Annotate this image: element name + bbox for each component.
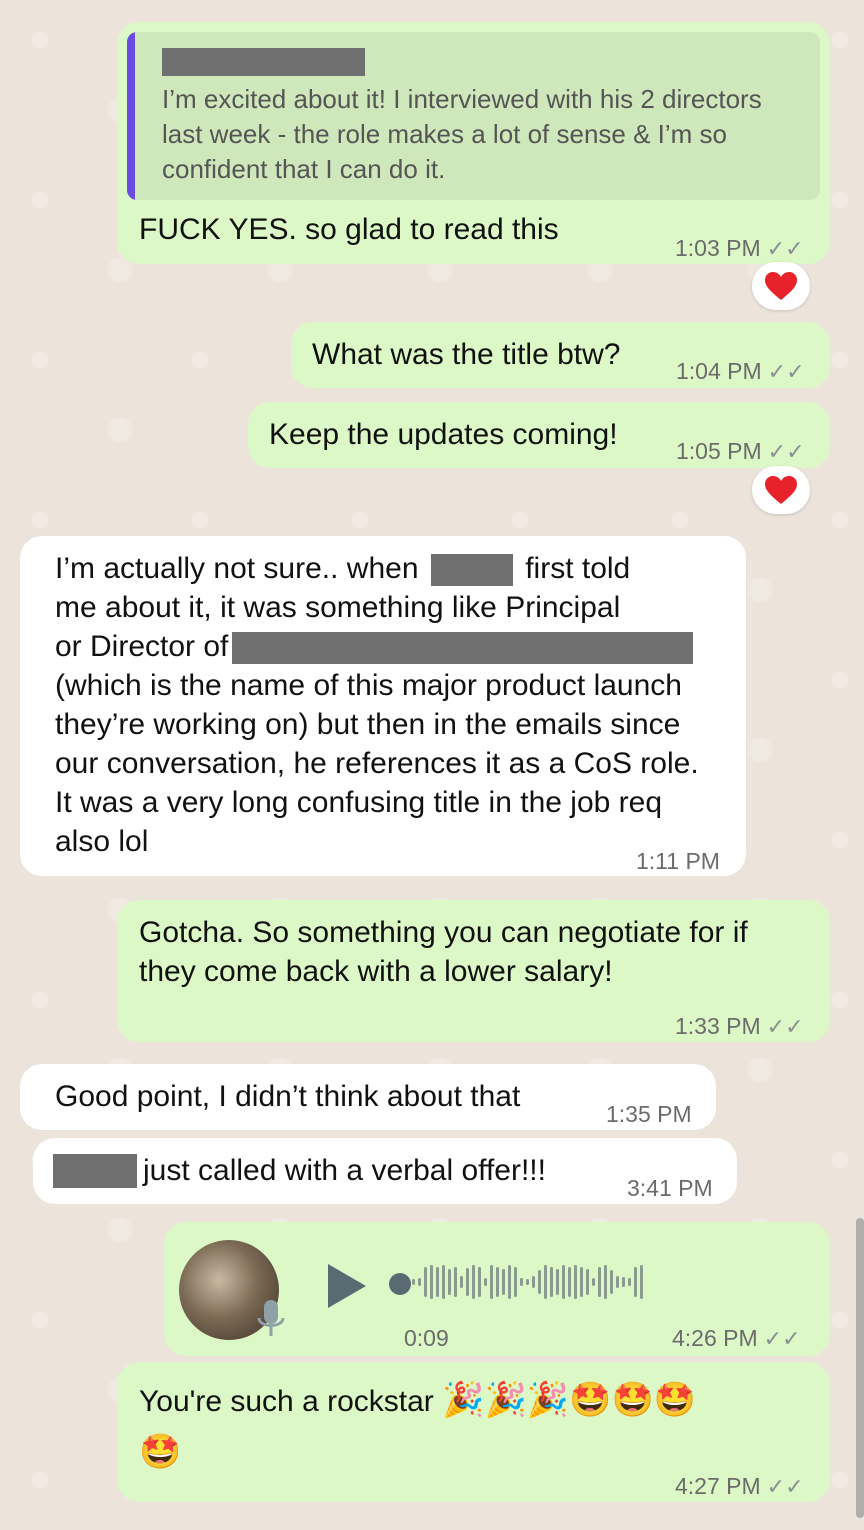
message-time: 1:33 PM ✓✓ xyxy=(675,1007,804,1046)
message-bubble-outgoing[interactable]: Gotcha. So something you can negotiate f… xyxy=(117,900,830,1042)
playback-scrubber[interactable] xyxy=(389,1273,411,1295)
message-text: What was the title btw? xyxy=(312,338,621,371)
waveform-bar xyxy=(424,1267,427,1297)
read-ticks-icon: ✓✓ xyxy=(766,1014,804,1039)
waveform-bar xyxy=(466,1268,469,1296)
waveform-bar xyxy=(472,1265,475,1299)
waveform-bar xyxy=(448,1269,451,1295)
waveform-bar xyxy=(616,1276,619,1288)
scrollbar[interactable] xyxy=(856,1218,864,1518)
waveform-bar xyxy=(412,1279,415,1285)
waveform-bar xyxy=(586,1269,589,1295)
read-ticks-icon: ✓✓ xyxy=(767,359,805,384)
redacted-sender-name xyxy=(162,48,365,76)
message-text-part: You're such a rockstar xyxy=(139,1385,434,1418)
waveform-bar xyxy=(568,1267,571,1297)
read-ticks-icon: ✓✓ xyxy=(766,1474,804,1499)
read-ticks-icon: ✓✓ xyxy=(763,1326,801,1351)
waveform-bar xyxy=(628,1278,631,1286)
reaction-heart[interactable] xyxy=(752,262,810,310)
message-time: 4:26 PM ✓✓ xyxy=(672,1319,801,1358)
redacted-product-name xyxy=(232,632,694,665)
message-time: 1:04 PM ✓✓ xyxy=(676,352,805,391)
waveform-bar xyxy=(574,1265,577,1299)
waveform-bar xyxy=(532,1276,535,1288)
waveform-bar xyxy=(490,1265,493,1299)
message-text: Keep the updates coming! xyxy=(269,418,618,451)
message-time: 1:35 PM xyxy=(606,1101,692,1127)
waveform-bar xyxy=(604,1265,607,1299)
waveform-bar xyxy=(592,1278,595,1286)
message-text-part: (which is the name of this major product… xyxy=(55,669,699,858)
message-text: just called with a verbal offer!!! xyxy=(143,1154,546,1187)
waveform-bar xyxy=(502,1269,505,1295)
message-time: 3:41 PM xyxy=(627,1175,713,1201)
waveform-bar xyxy=(598,1267,601,1297)
waveform-bar xyxy=(634,1267,637,1297)
quoted-message[interactable]: I’m excited about it! I interviewed with… xyxy=(127,32,820,200)
reaction-heart[interactable] xyxy=(752,466,810,514)
waveform-bar xyxy=(436,1267,439,1297)
waveform-bar xyxy=(430,1265,433,1299)
redacted-name xyxy=(430,554,513,587)
heart-icon xyxy=(765,272,797,300)
waveform-bar xyxy=(556,1269,559,1295)
message-text: You're such a rockstar 🎉🎉🎉🤩🤩🤩 xyxy=(139,1380,696,1421)
voice-duration: 0:09 xyxy=(404,1325,449,1351)
waveform-bar xyxy=(544,1265,547,1299)
message-text-part: or Director of xyxy=(55,630,229,663)
message-bubble-incoming[interactable]: just called with a verbal offer!!! 3:41 … xyxy=(33,1138,737,1204)
message-text: I’m actually not sure.. when first told … xyxy=(55,549,727,861)
message-text: Good point, I didn’t think about that xyxy=(55,1080,521,1113)
message-text: Gotcha. So something you can negotiate f… xyxy=(139,916,748,988)
waveform-bar xyxy=(640,1265,643,1299)
waveform-bar xyxy=(508,1265,511,1299)
waveform-bar xyxy=(526,1279,529,1285)
message-text: FUCK YES. so glad to read this xyxy=(139,213,559,246)
waveform-bar xyxy=(514,1267,517,1297)
heart-icon xyxy=(765,476,797,504)
voice-waveform[interactable] xyxy=(412,1262,643,1302)
message-bubble-outgoing[interactable]: Keep the updates coming! 1:05 PM ✓✓ xyxy=(248,402,830,468)
play-icon[interactable] xyxy=(324,1262,368,1310)
waveform-bar xyxy=(496,1267,499,1297)
waveform-bar xyxy=(460,1276,463,1288)
waveform-bar xyxy=(454,1267,457,1297)
quote-accent-bar xyxy=(127,32,135,200)
message-time: 1:11 PM xyxy=(636,848,720,874)
message-bubble-incoming[interactable]: Good point, I didn’t think about that 1:… xyxy=(20,1064,716,1130)
waveform-bar xyxy=(550,1267,553,1297)
redacted-name xyxy=(53,1154,137,1188)
waveform-bar xyxy=(538,1270,541,1294)
waveform-bar xyxy=(610,1270,613,1294)
waveform-bar xyxy=(442,1265,445,1299)
mic-icon xyxy=(257,1300,285,1336)
message-text-part: I’m actually not sure.. when xyxy=(55,552,419,585)
waveform-bar xyxy=(418,1278,421,1286)
waveform-bar xyxy=(622,1277,625,1287)
waveform-bar xyxy=(520,1278,523,1286)
waveform-bar xyxy=(562,1265,565,1299)
emoji-sequence: 🤩 xyxy=(139,1433,182,1471)
message-bubble-outgoing[interactable]: I’m excited about it! I interviewed with… xyxy=(117,22,830,264)
message-text-part: first told xyxy=(525,552,631,585)
waveform-bar xyxy=(484,1278,487,1286)
message-bubble-outgoing[interactable]: You're such a rockstar 🎉🎉🎉🤩🤩🤩 🤩 4:27 PM ✓… xyxy=(117,1362,830,1502)
emoji-sequence: 🎉🎉🎉🤩🤩🤩 xyxy=(442,1381,697,1419)
waveform-bar xyxy=(478,1267,481,1297)
quoted-text: I’m excited about it! I interviewed with… xyxy=(162,84,762,184)
waveform-bar xyxy=(580,1267,583,1297)
message-time: 4:27 PM ✓✓ xyxy=(675,1467,804,1506)
message-text-part: me about it, it was something like Princ… xyxy=(55,591,621,624)
message-bubble-incoming[interactable]: I’m actually not sure.. when first told … xyxy=(20,536,746,876)
message-bubble-outgoing[interactable]: What was the title btw? 1:04 PM ✓✓ xyxy=(291,322,830,388)
